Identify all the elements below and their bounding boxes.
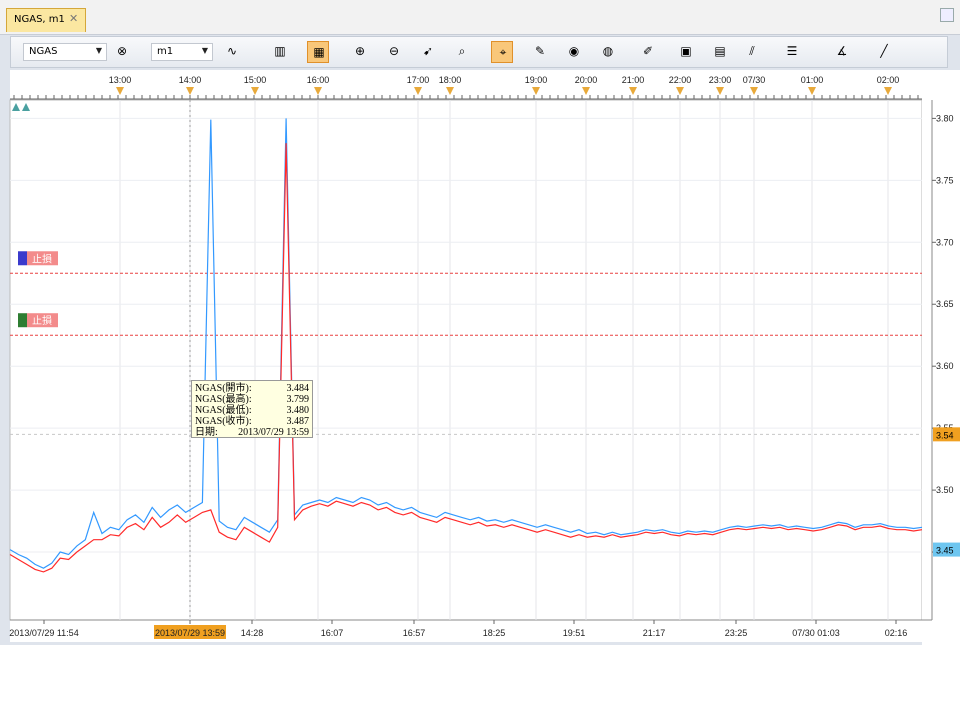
price-label: 3.75 xyxy=(936,175,954,185)
bottom-time-label: 19:51 xyxy=(563,628,586,638)
current-price-label: 3.54 xyxy=(936,430,954,440)
price-label: 3.50 xyxy=(936,485,954,495)
tooltip-row: NGAS(最高): 3.799 xyxy=(195,394,309,405)
bottom-time-label: 16:07 xyxy=(321,628,344,638)
top-time-label: 20:00 xyxy=(575,75,598,85)
price-label: 3.65 xyxy=(936,299,954,309)
tooltip-row: NGAS(開市): 3.484 xyxy=(195,383,309,394)
top-time-label: 07/30 xyxy=(743,75,766,85)
top-time-label: 18:00 xyxy=(439,75,462,85)
tooltip-row: NGAS(最低): 3.480 xyxy=(195,405,309,416)
tooltip-value: 3.484 xyxy=(286,383,310,394)
tooltip-key: NGAS(最低): xyxy=(195,405,252,416)
time-axis-top xyxy=(10,70,932,100)
bottom-time-label: 18:25 xyxy=(483,628,506,638)
tooltip-value: 3.487 xyxy=(286,416,310,427)
bottom-time-label: 2013/07/29 13:59 xyxy=(155,628,225,638)
tooltip-row: NGAS(收市): 3.487 xyxy=(195,416,309,427)
bottom-time-label: 16:57 xyxy=(403,628,426,638)
bottom-time-label: 07/30 01:03 xyxy=(792,628,840,638)
price-axis xyxy=(922,70,960,645)
bottom-time-label: 23:25 xyxy=(725,628,748,638)
stop-loss-label: 止損 xyxy=(32,314,52,327)
tooltip-key: NGAS(最高): xyxy=(195,394,252,405)
bottom-time-label: 02:16 xyxy=(885,628,908,638)
tooltip-value: 3.480 xyxy=(286,405,310,416)
top-time-label: 21:00 xyxy=(622,75,645,85)
top-time-label: 14:00 xyxy=(179,75,202,85)
top-time-label: 16:00 xyxy=(307,75,330,85)
top-time-label: 15:00 xyxy=(244,75,267,85)
bottom-time-label: 21:17 xyxy=(643,628,666,638)
top-time-label: 22:00 xyxy=(669,75,692,85)
top-time-label: 01:00 xyxy=(801,75,824,85)
tooltip-value: 2013/07/29 13:59 xyxy=(238,427,309,438)
stop-loss-marker xyxy=(18,313,27,328)
price-chart[interactable]: 13:00 14:00 15:00 16:00 17:00 18:00 19:00 20:00… xyxy=(0,0,960,645)
price-label: 3.80 xyxy=(936,113,954,123)
top-time-label: 02:00 xyxy=(877,75,900,85)
tooltip-key: NGAS(收市): xyxy=(195,416,252,427)
ohlc-tooltip: NGAS(開市): 3.484 NGAS(最高): 3.799 NGAS(最低): 3.4… xyxy=(191,380,313,438)
stop-loss-marker xyxy=(18,251,27,266)
tooltip-value: 3.799 xyxy=(286,394,310,405)
top-time-label: 13:00 xyxy=(109,75,132,85)
chart-window: NGAS, m1 ✕ NGAS ▼ m1 ▼ ⊗ ∿ ▥ ▦ ⊕ ⊖ ➹ ⌕ ⌖ ✎ ◉ ◍ ✐ ▣ ▤ ⫽ ☰… xyxy=(0,0,960,645)
top-time-label: 19:00 xyxy=(525,75,548,85)
tooltip-key: NGAS(開市): xyxy=(195,383,252,394)
last-price-label: 3.45 xyxy=(936,546,954,556)
bottom-time-label: 14:28 xyxy=(241,628,264,638)
plot-area xyxy=(9,99,923,621)
top-time-label: 17:00 xyxy=(407,75,430,85)
stop-loss-label: 止損 xyxy=(32,252,52,265)
bottom-time-label: 2013/07/29 11:54 xyxy=(9,628,78,638)
tooltip-key: 日期: xyxy=(195,427,218,438)
tooltip-row: 日期: 2013/07/29 13:59 xyxy=(195,427,309,438)
top-time-label: 23:00 xyxy=(709,75,732,85)
price-label: 3.70 xyxy=(936,237,954,247)
price-label: 3.60 xyxy=(936,361,954,371)
